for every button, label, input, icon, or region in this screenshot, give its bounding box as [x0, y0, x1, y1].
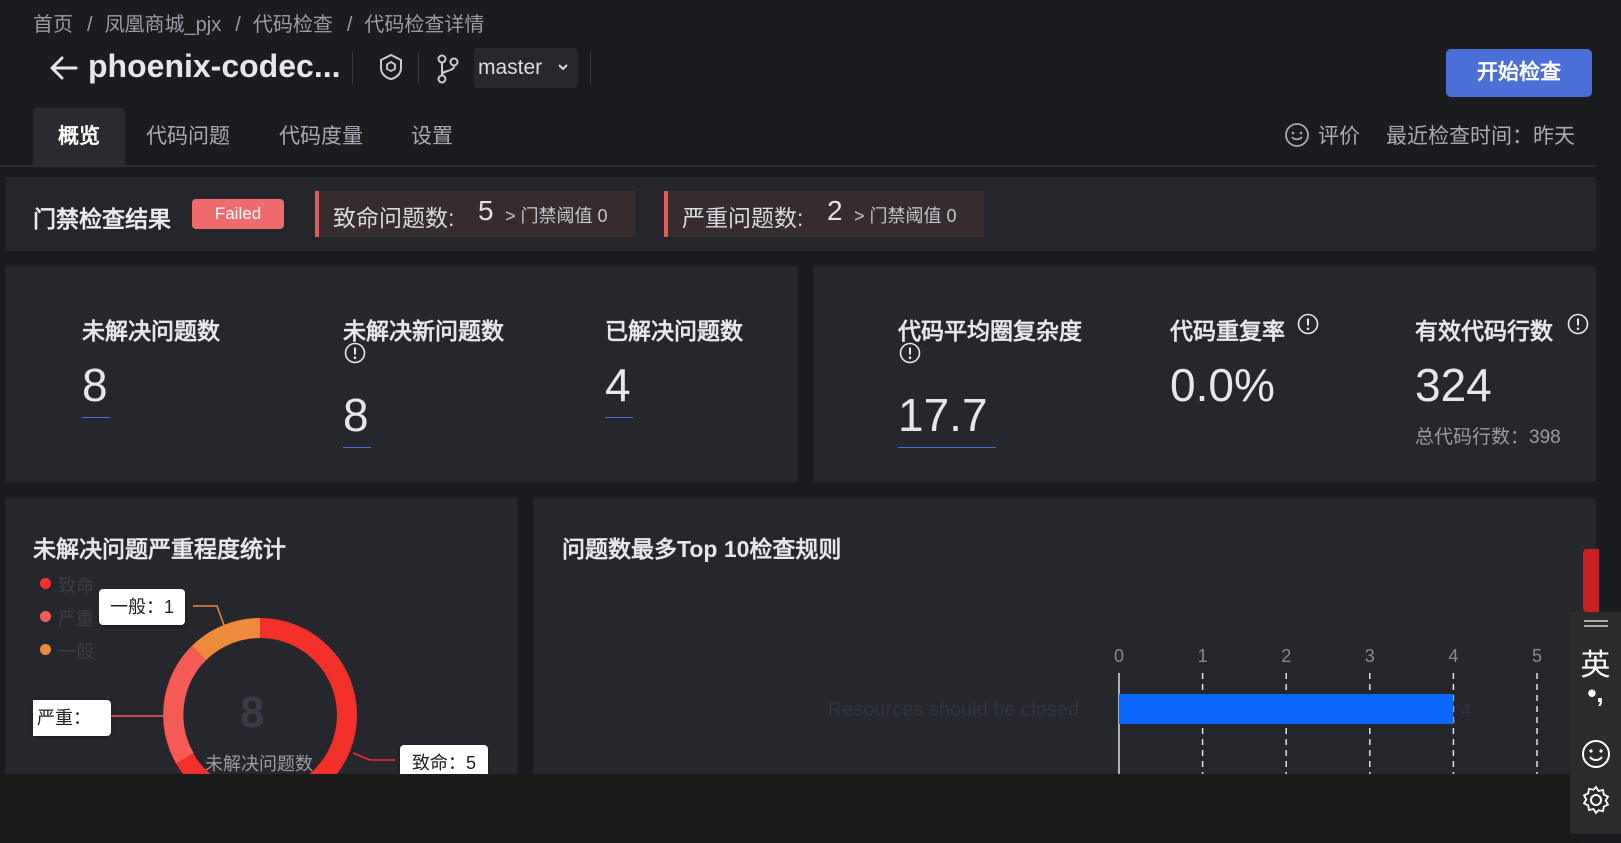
rating-link[interactable]: 评价: [1318, 120, 1360, 150]
branch-select[interactable]: master: [474, 48, 578, 88]
breadcrumb: 首页 / 凤凰商城_pjx / 代码检查 / 代码检查详情: [33, 14, 485, 36]
gear-icon[interactable]: [1580, 784, 1612, 816]
gate-fatal-label: 致命问题数:: [333, 205, 455, 231]
effective-lines-label: 有效代码行数: [1415, 318, 1553, 344]
info-icon[interactable]: [899, 342, 921, 364]
x-tick-label: 4: [1448, 646, 1458, 666]
tab-code-metrics[interactable]: 代码度量: [276, 108, 366, 165]
resolved-issues-value[interactable]: 4: [605, 362, 631, 408]
unresolved-issues-value[interactable]: 8: [82, 362, 108, 408]
bottom-bar: [0, 774, 1580, 843]
value-underline: [605, 417, 633, 418]
info-icon[interactable]: [344, 342, 366, 364]
breadcrumb-code-check[interactable]: 代码检查: [253, 14, 333, 36]
avg-complexity-label: 代码平均圈复杂度: [898, 318, 1082, 344]
unresolved-new-issues-label: 未解决新问题数: [343, 318, 504, 344]
top-rules-bar-chart: 0 1 2 3 4 5 Resources should be closed 4: [828, 646, 1542, 774]
header-divider: [590, 52, 591, 84]
gate-fatal-threshold: > 门禁阈值 0: [505, 206, 608, 226]
avg-complexity-value[interactable]: 17.7: [898, 392, 988, 438]
gate-title: 门禁检查结果: [33, 206, 171, 232]
value-underline: [898, 447, 996, 448]
bar: [1119, 694, 1454, 724]
gate-serious-box: 严重问题数: 2 > 门禁阈值 0: [664, 191, 984, 237]
tab-overview[interactable]: 概览: [33, 108, 125, 165]
x-tick-label: 1: [1198, 646, 1208, 666]
gate-serious-label: 严重问题数:: [682, 205, 804, 231]
bar-data-label: 4: [1461, 700, 1471, 720]
unresolved-issues-label: 未解决问题数: [82, 318, 220, 344]
y-category-label: Resources should be closed: [828, 699, 1079, 721]
tab-settings[interactable]: 设置: [406, 108, 458, 165]
gate-serious-value: 2: [827, 195, 843, 226]
callout-serious: 严重：: [33, 700, 111, 736]
callout-general: 一般：1: [99, 589, 185, 625]
header-divider: [418, 52, 419, 84]
chevron-down-icon: [558, 64, 568, 71]
callout-line-fatal: [352, 752, 395, 761]
back-arrow-icon[interactable]: [48, 52, 80, 84]
unresolved-new-issues-value[interactable]: 8: [343, 392, 369, 438]
info-icon[interactable]: [1297, 313, 1319, 335]
info-icon[interactable]: [1567, 313, 1589, 335]
repository-shield-icon[interactable]: [376, 52, 406, 82]
resolved-issues-label: 已解决问题数: [605, 318, 743, 344]
breadcrumb-current: 代码检查详情: [364, 14, 485, 36]
donut-center-value: 8: [240, 688, 265, 737]
tab-code-issues[interactable]: 代码问题: [143, 108, 233, 165]
side-tab[interactable]: [1583, 549, 1599, 612]
total-lines-note: 总代码行数：398: [1415, 427, 1561, 448]
breadcrumb-home[interactable]: 首页: [33, 14, 73, 36]
ime-punct-toggle[interactable]: •,: [1570, 678, 1621, 709]
smile-icon[interactable]: [1284, 122, 1310, 148]
last-check-time: 最近检查时间：昨天: [1386, 125, 1575, 148]
gate-fatal-value: 5: [478, 195, 494, 226]
branch-icon: [437, 54, 459, 84]
x-tick-label: 0: [1114, 646, 1124, 666]
gate-fatal-box: 致命问题数: 5 > 门禁阈值 0: [315, 191, 635, 237]
value-underline: [82, 417, 110, 418]
status-badge: Failed: [192, 199, 284, 229]
issue-metrics-card: [5, 266, 798, 482]
effective-lines-value: 324: [1415, 359, 1492, 411]
x-tick-label: 2: [1281, 646, 1291, 666]
breadcrumb-project[interactable]: 凤凰商城_pjx: [105, 14, 222, 36]
callout-line-general: [193, 605, 226, 629]
branch-name: master: [478, 56, 543, 79]
x-tick-label: 5: [1532, 646, 1542, 666]
duplication-rate-label: 代码重复率: [1170, 318, 1285, 344]
start-check-button[interactable]: 开始检查: [1446, 49, 1592, 97]
x-tick-label: 3: [1365, 646, 1375, 666]
repo-title: phoenix-codec...: [88, 48, 341, 84]
emoji-icon[interactable]: [1580, 738, 1612, 770]
header-divider: [352, 52, 353, 84]
value-underline: [343, 447, 371, 448]
duplication-rate-value: 0.0%: [1170, 359, 1275, 411]
donut-segment-general: [191, 618, 261, 661]
ime-toolbar: 英 •,: [1570, 612, 1621, 834]
donut-segment-serious: [163, 645, 207, 763]
donut-center-label: 未解决问题数: [205, 754, 313, 774]
gate-serious-threshold: > 门禁阈值 0: [854, 206, 957, 226]
